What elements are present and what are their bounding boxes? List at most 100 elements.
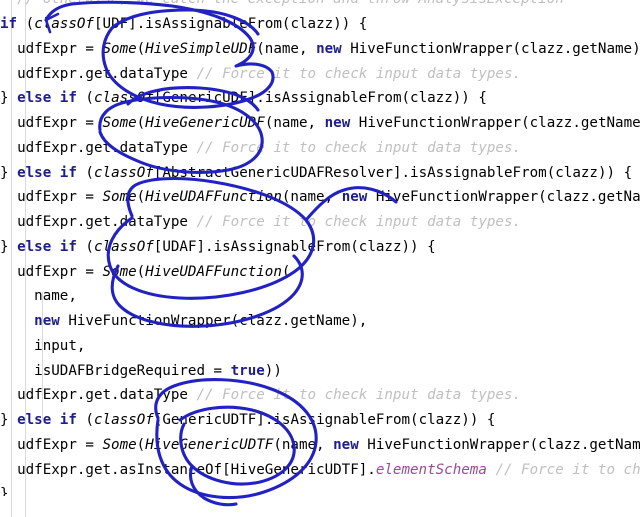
code-token-cmt: // Force it to check input data types. [196, 65, 522, 82]
code-line-content: udfExpr = Some(HiveGenericUDTF(name, new… [0, 437, 640, 453]
code-token-plain: isUDAFBridgeRequired = [0, 362, 231, 379]
code-token-typ: HiveUDAFFunction [145, 189, 282, 206]
code-line-content: new HiveFunctionWrapper(clazz.getName), [0, 313, 367, 329]
code-line-content: udfExpr.get.dataType // Force it to chec… [0, 214, 521, 230]
code-line[interactable]: // otherwise, we catch the exception and… [0, 0, 640, 12]
code-line-content: udfExpr.get.asInstanceOf[HiveGenericUDTF… [0, 462, 640, 478]
code-line-content: } else if (classOf[UDAF].isAssignableFro… [0, 239, 436, 255]
code-line[interactable]: if (classOf[UDF].isAssignableFrom(clazz)… [0, 12, 640, 37]
code-line[interactable]: udfExpr = Some(HiveGenericUDF(name, new … [0, 111, 640, 136]
code-line[interactable]: udfExpr.get.dataType // Force it to chec… [0, 383, 640, 408]
code-token-plain: input, [0, 337, 86, 354]
code-token-typ: Some [102, 115, 137, 131]
code-token-kw: else if [17, 412, 77, 428]
code-line[interactable]: udfExpr = Some(HiveSimpleUDF(name, new H… [0, 37, 640, 62]
code-line-content: udfExpr.get.dataType // Force it to chec… [0, 387, 521, 403]
code-token-plain: ( [76, 164, 94, 181]
code-token-plain: (name, [256, 40, 317, 57]
code-token-cmt: // Force it to chec [495, 461, 640, 478]
code-token-plain: ( [281, 263, 291, 280]
code-token-plain: ( [136, 115, 146, 131]
code-token-plain: [GenericUDTF].isAssignableFrom(clazz)) { [153, 412, 496, 428]
code-token-plain: HiveFunctionWrapper(clazz.getName), [350, 115, 640, 131]
code-token-plain: (name, [281, 189, 342, 206]
code-line-content: name, [0, 288, 77, 304]
code-line[interactable]: udfExpr.get.dataType // Force it to chec… [0, 62, 640, 87]
code-token-typ: HiveSimpleUDF [145, 40, 257, 57]
code-line[interactable]: udfExpr.get.asInstanceOf[HiveGenericUDTF… [0, 458, 640, 483]
code-token-typ: classOf [93, 412, 154, 428]
code-token-plain: udfExpr = [0, 115, 103, 131]
code-token-plain: (name, [273, 436, 334, 453]
code-line-content: udfExpr = Some(HiveSimpleUDF(name, new H… [0, 41, 640, 57]
code-token-plain: HiveFunctionWrapper(clazz.getName), [59, 313, 368, 329]
code-token-fld: elementSchema [375, 461, 487, 478]
code-token-plain: } [0, 412, 18, 428]
code-token-plain: ( [76, 238, 94, 255]
code-token-plain: name, [0, 288, 77, 305]
code-token-plain: udfExpr.get.dataType [0, 139, 197, 156]
code-token-typ: HiveGenericUDF [145, 115, 265, 131]
code-line-content: input, [0, 338, 85, 354]
code-token-plain: ( [136, 263, 146, 280]
code-token-plain: } [0, 238, 18, 255]
code-token-plain: [UDAF].isAssignableFrom(clazz)) { [153, 238, 436, 255]
code-line-content: } [0, 486, 9, 496]
code-token-kw: else if [17, 238, 77, 255]
code-token-plain: udfExpr = [0, 436, 103, 453]
code-line[interactable]: isUDAFBridgeRequired = true)) [0, 359, 640, 384]
code-token-typ: Some [102, 436, 137, 453]
code-token-plain: )) [264, 362, 282, 379]
code-token-kw: else if [17, 164, 77, 181]
code-token-kw: new [34, 313, 60, 329]
code-token-typ: Some [102, 40, 137, 57]
code-line[interactable]: } [0, 482, 640, 496]
code-token-plain: ( [17, 16, 35, 32]
code-line[interactable]: } else if (classOf[UDAF].isAssignableFro… [0, 235, 640, 260]
code-token-plain: (name, [264, 115, 325, 131]
code-token-plain: } [0, 164, 18, 181]
code-token-plain: ( [76, 412, 94, 428]
code-token-plain: udfExpr = [0, 40, 103, 57]
code-line[interactable]: udfExpr = Some(HiveUDAFFunction( [0, 260, 640, 285]
code-token-plain: ( [76, 90, 94, 107]
code-lines[interactable]: // otherwise, we catch the exception and… [0, 0, 640, 496]
code-token-typ: classOf [93, 164, 154, 181]
code-token-plain: udfExpr = [0, 263, 103, 280]
code-token-typ: classOf [34, 16, 94, 32]
code-token-plain: } [0, 90, 18, 107]
code-line-content: isUDAFBridgeRequired = true)) [0, 363, 282, 379]
code-line-content: udfExpr = Some(HiveUDAFFunction( [0, 264, 290, 280]
code-line[interactable]: new HiveFunctionWrapper(clazz.getName), [0, 309, 640, 334]
code-line[interactable]: udfExpr = Some(HiveUDAFFunction(name, ne… [0, 185, 640, 210]
code-line[interactable]: udfExpr = Some(HiveGenericUDTF(name, new… [0, 433, 640, 458]
code-token-typ: HiveGenericUDTF [145, 436, 274, 453]
code-token-kw: true [230, 362, 265, 379]
code-token-plain: udfExpr.get.dataType [0, 387, 197, 404]
code-line[interactable]: udfExpr.get.dataType // Force it to chec… [0, 210, 640, 235]
code-line[interactable]: name, [0, 284, 640, 309]
code-line[interactable]: } else if (classOf[GenericUDTF].isAssign… [0, 408, 640, 433]
code-token-plain: HiveFunctionWrapper(clazz.getName), [341, 40, 640, 57]
code-token-kw: else if [17, 90, 77, 107]
code-line[interactable]: } else if (classOf[AbstractGenericUDAFRe… [0, 161, 640, 186]
code-token-plain: [AbstractGenericUDAFResolver].isAssignab… [153, 164, 633, 181]
code-line-content: } else if (classOf[GenericUDTF].isAssign… [0, 412, 495, 428]
code-token-typ: classOf [93, 238, 154, 255]
code-token-plain: HiveFunctionWrapper(clazz.getName) [358, 436, 640, 453]
code-line[interactable]: input, [0, 334, 640, 359]
code-token-plain: ( [136, 40, 146, 57]
code-token-plain: udfExpr.get.dataType [0, 214, 197, 230]
code-token-cmt: // otherwise, we catch the exception and… [0, 0, 564, 7]
code-token-plain: udfExpr.get.dataType [0, 65, 197, 82]
code-line-content: // otherwise, we catch the exception and… [0, 0, 640, 12]
code-token-kw: if [0, 16, 18, 32]
code-text-area[interactable]: // otherwise, we catch the exception and… [0, 0, 640, 517]
code-token-typ: Some [102, 263, 137, 280]
code-token-plain: [UDF].isAssignableFrom(clazz)) { [93, 16, 368, 32]
code-line[interactable]: udfExpr.get.dataType // Force it to chec… [0, 136, 640, 161]
code-token-plain: udfExpr.get.asInstanceOf[HiveGenericUDTF… [0, 461, 376, 478]
code-token-cmt: // Force it to check input data types. [196, 214, 522, 230]
code-line[interactable]: } else if (classOf[GenericUDF].isAssigna… [0, 86, 640, 111]
